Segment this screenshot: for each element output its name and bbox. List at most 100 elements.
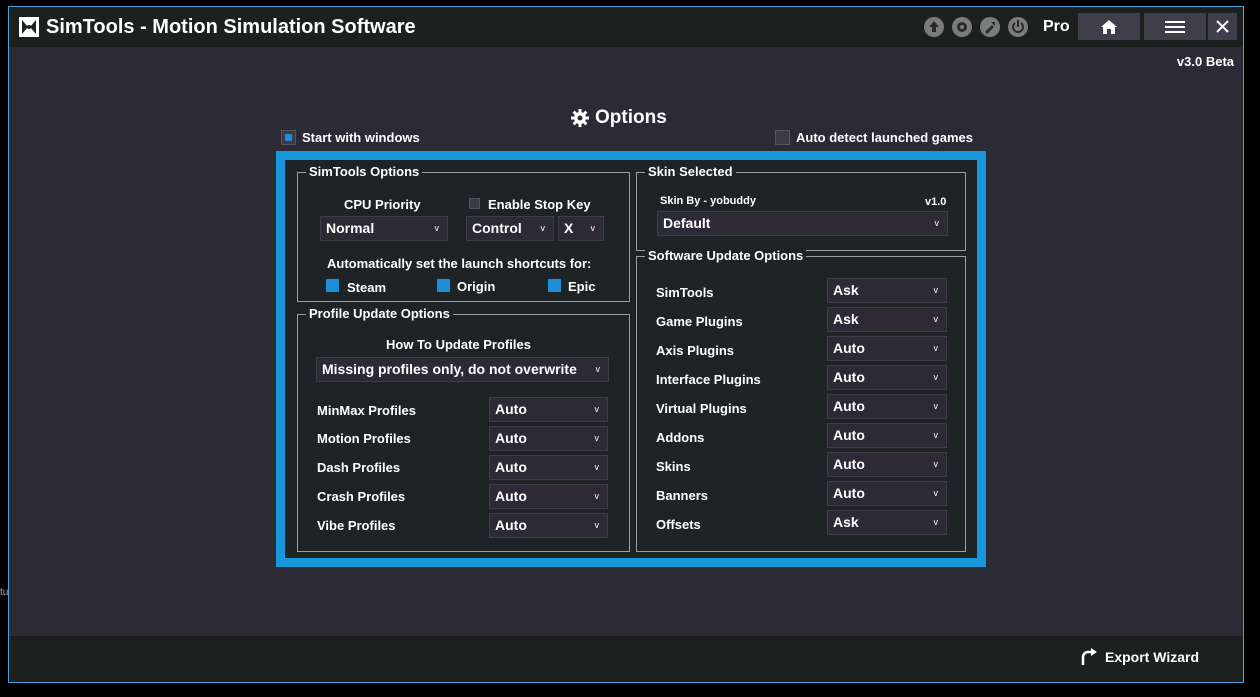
wrench-icon[interactable]: [980, 17, 1000, 37]
skin-selected-group: Skin Selected Skin By - yobuddy v1.0 Def…: [636, 164, 966, 251]
origin-label: Origin: [457, 279, 496, 294]
chevron-down-icon: v: [933, 401, 939, 411]
interface-plugins-dropdown[interactable]: Auto v: [827, 365, 947, 390]
chevron-down-icon: v: [933, 285, 939, 295]
chevron-down-icon: v: [933, 517, 939, 527]
virtual-plugins-value: Auto: [833, 398, 865, 414]
chevron-down-icon: v: [933, 430, 939, 440]
interface-plugins-value: Auto: [833, 369, 865, 385]
how-to-update-value: Missing profiles only, do not overwrite: [322, 361, 577, 377]
pro-label: Pro: [1043, 18, 1070, 35]
vibe-profiles-value: Auto: [495, 517, 527, 533]
crash-profiles-value: Auto: [495, 488, 527, 504]
dash-profiles-dropdown[interactable]: Auto v: [489, 455, 608, 480]
software-update-group: Software Update Options SimTools Ask v Ga…: [636, 248, 966, 552]
addons-dropdown[interactable]: Auto v: [827, 423, 947, 448]
vibe-profiles-label: Vibe Profiles: [317, 518, 396, 533]
axis-plugins-dropdown[interactable]: Auto v: [827, 336, 947, 361]
up-arrow-icon[interactable]: [924, 17, 944, 37]
origin-checkbox[interactable]: [437, 279, 450, 292]
chevron-down-icon: v: [933, 314, 939, 324]
game-plugins-label: Game Plugins: [656, 314, 743, 329]
software-update-title: Software Update Options: [645, 248, 807, 263]
gear-badge-icon[interactable]: [952, 17, 972, 37]
close-icon: [1216, 20, 1229, 33]
steam-label: Steam: [347, 280, 387, 295]
app-window: SimTools - Motion Simulation Software Pr…: [8, 6, 1244, 683]
chevron-down-icon: v: [933, 343, 939, 353]
axis-plugins-label: Axis Plugins: [656, 343, 735, 358]
power-icon[interactable]: [1008, 17, 1028, 37]
chevron-down-icon: v: [594, 433, 600, 443]
offsets-dropdown[interactable]: Ask v: [827, 510, 947, 535]
export-wizard-button[interactable]: Export Wizard: [1079, 648, 1199, 666]
close-button[interactable]: [1208, 13, 1237, 40]
chevron-down-icon: v: [594, 520, 600, 530]
skin-version-label: v1.0: [925, 196, 947, 208]
crash-profiles-dropdown[interactable]: Auto v: [489, 484, 608, 509]
skins-label: Skins: [656, 459, 691, 474]
chevron-down-icon: v: [933, 459, 939, 469]
auto-detect-checkbox[interactable]: [775, 130, 790, 145]
crash-profiles-label: Crash Profiles: [317, 489, 406, 504]
skin-author-label: Skin By - yobuddy: [660, 195, 756, 207]
stop-key-dropdown[interactable]: Xv: [558, 216, 604, 241]
skins-dropdown[interactable]: Auto v: [827, 452, 947, 477]
skin-selected-title: Skin Selected: [645, 164, 736, 179]
banners-dropdown[interactable]: Auto v: [827, 481, 947, 506]
export-wizard-label: Export Wizard: [1105, 649, 1199, 665]
cpu-priority-dropdown[interactable]: Normal v: [320, 216, 448, 241]
chevron-down-icon: v: [595, 364, 601, 374]
banners-label: Banners: [656, 488, 709, 503]
addons-value: Auto: [833, 427, 865, 443]
game-plugins-value: Ask: [833, 311, 859, 327]
shortcuts-label: Automatically set the launch shortcuts f…: [327, 256, 592, 271]
simtools-update-label: SimTools: [656, 285, 714, 300]
stop-key-value: X: [564, 220, 574, 236]
stop-key-modifier-dropdown[interactable]: Control v: [466, 216, 554, 241]
auto-detect-label: Auto detect launched games: [796, 130, 973, 145]
epic-checkbox[interactable]: [548, 279, 561, 292]
chevron-down-icon: v: [594, 462, 600, 472]
start-with-windows-checkbox[interactable]: [281, 130, 296, 145]
virtual-plugins-dropdown[interactable]: Auto v: [827, 394, 947, 419]
app-title: SimTools - Motion Simulation Software: [46, 16, 416, 38]
how-to-update-dropdown[interactable]: Missing profiles only, do not overwrite v: [316, 357, 609, 382]
skin-dropdown[interactable]: Default v: [657, 211, 948, 236]
options-title-text: Options: [595, 107, 667, 128]
minmax-profiles-label: MinMax Profiles: [317, 403, 416, 418]
home-icon: [1101, 19, 1117, 34]
interface-plugins-label: Interface Plugins: [656, 372, 761, 387]
page-title: Options: [571, 107, 667, 129]
motion-profiles-dropdown[interactable]: Auto v: [489, 426, 608, 451]
start-with-windows-label: Start with windows: [302, 130, 420, 145]
virtual-plugins-label: Virtual Plugins: [656, 401, 747, 416]
chevron-down-icon: v: [933, 372, 939, 382]
enable-stop-key-label: Enable Stop Key: [488, 197, 591, 212]
dash-profiles-label: Dash Profiles: [317, 460, 401, 475]
simtools-logo-icon: [19, 17, 39, 37]
skin-value: Default: [663, 215, 711, 231]
home-button[interactable]: [1078, 13, 1140, 40]
menu-icon: [1165, 20, 1185, 33]
chevron-down-icon: v: [540, 223, 546, 233]
offsets-label: Offsets: [656, 517, 701, 532]
how-to-update-label: How To Update Profiles: [386, 337, 531, 352]
simtools-options-group: SimTools Options CPU Priority Normal v En…: [297, 164, 630, 302]
minmax-profiles-value: Auto: [495, 401, 527, 417]
chevron-down-icon: v: [934, 218, 940, 228]
addons-label: Addons: [656, 430, 705, 445]
simtools-update-dropdown[interactable]: Ask v: [827, 278, 947, 303]
title-bar: SimTools - Motion Simulation Software Pr…: [9, 7, 1243, 47]
minmax-profiles-dropdown[interactable]: Auto v: [489, 397, 608, 422]
vibe-profiles-dropdown[interactable]: Auto v: [489, 513, 608, 538]
chevron-down-icon: v: [434, 223, 440, 233]
enable-stop-key-checkbox[interactable]: [469, 198, 480, 209]
game-plugins-dropdown[interactable]: Ask v: [827, 307, 947, 332]
chevron-down-icon: v: [594, 404, 600, 414]
profile-update-group: Profile Update Options How To Update Pro…: [297, 306, 630, 552]
export-arrow-icon: [1081, 648, 1097, 665]
dash-profiles-value: Auto: [495, 459, 527, 475]
menu-button[interactable]: [1144, 13, 1206, 40]
steam-checkbox[interactable]: [326, 279, 339, 292]
